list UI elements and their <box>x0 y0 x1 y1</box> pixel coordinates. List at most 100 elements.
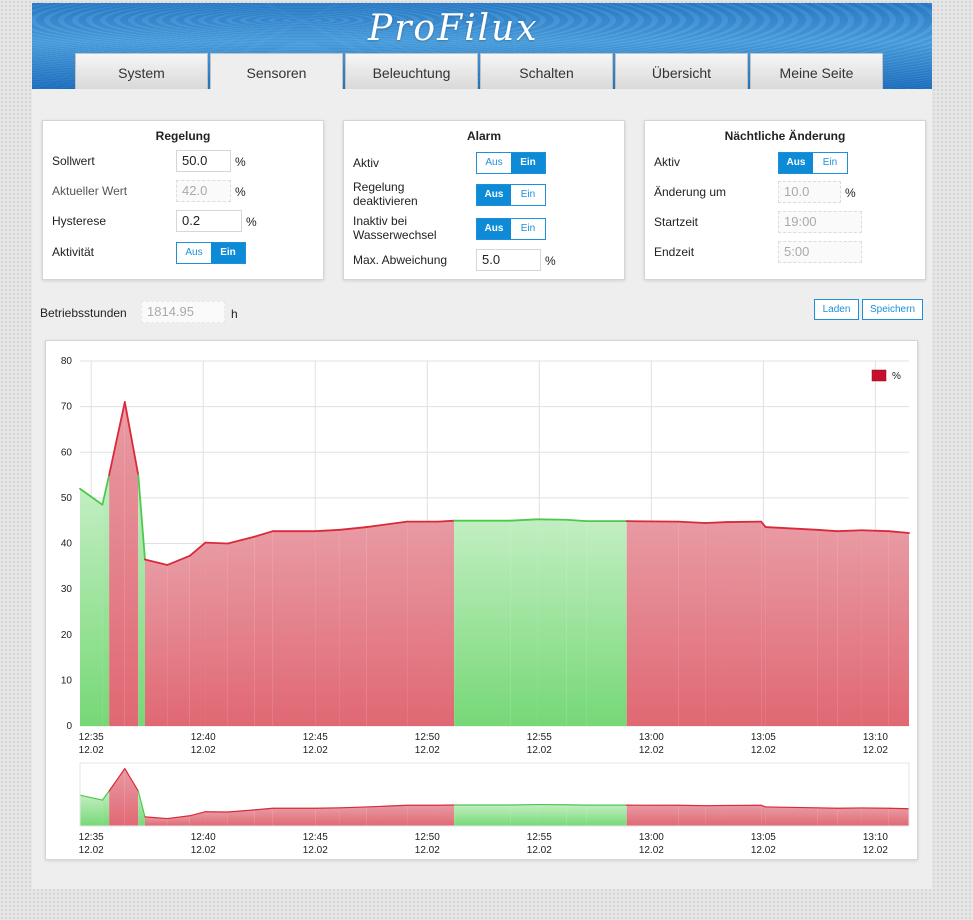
tab-uebersicht[interactable]: Übersicht <box>615 53 748 89</box>
endzeit-label: Endzeit <box>654 245 695 259</box>
main-area-segment <box>102 475 110 726</box>
y-tick-label: 30 <box>61 584 73 595</box>
naechtliche-aenderung-panel: Nächtliche Änderung Aktiv Aus Ein Änderu… <box>644 120 926 280</box>
speichern-button[interactable]: Speichern <box>862 299 923 320</box>
aenderung-um-label: Änderung um <box>654 185 727 199</box>
alarm-aktiv-on-button[interactable]: Ein <box>511 153 545 173</box>
nacht-aktiv-off-button[interactable]: Aus <box>779 153 813 173</box>
navigator-area-segment <box>339 806 367 826</box>
inaktiv-wasserwechsel-off-button[interactable]: Aus <box>477 219 511 239</box>
tab-schalten[interactable]: Schalten <box>480 53 613 89</box>
main-line-segment <box>704 521 729 524</box>
main-area-segment <box>227 536 255 726</box>
navigator-area-segment <box>510 804 538 826</box>
hysterese-unit: % <box>246 215 257 229</box>
navigator-area-segment <box>888 808 909 826</box>
main-area-segment <box>205 542 228 726</box>
max-abweichung-unit: % <box>545 254 556 268</box>
main-area-series <box>80 402 909 726</box>
inaktiv-wasserwechsel-label-1: Inaktiv bei <box>353 214 408 228</box>
regelung-deaktivieren-off-button[interactable]: Aus <box>477 185 511 205</box>
max-abweichung-input[interactable]: 5.0 <box>476 249 541 271</box>
aktivitaet-off-button[interactable]: Aus <box>177 243 211 263</box>
main-line-segment <box>204 541 229 545</box>
main-area-segment <box>438 520 455 726</box>
main-line-segment <box>836 529 863 533</box>
betriebsstunden-field: 1814.95 <box>141 301 225 323</box>
main-area-segment <box>109 402 125 726</box>
aenderung-um-unit: % <box>845 186 856 200</box>
sollwert-unit: % <box>235 155 246 169</box>
naechtliche-aenderung-title: Nächtliche Änderung <box>724 129 846 143</box>
main-area-segment <box>366 521 408 726</box>
main-area-segment <box>407 521 439 726</box>
main-area-segment <box>765 527 818 726</box>
main-area-segment <box>837 530 862 726</box>
navigator-x-tick-date: 12.02 <box>863 845 888 856</box>
y-tick-label: 40 <box>61 539 73 550</box>
main-x-tick-date: 12.02 <box>863 745 888 756</box>
main-area-segment <box>888 531 909 726</box>
hysterese-input[interactable]: 0.2 <box>176 210 242 232</box>
navigator-area-segment <box>837 807 862 826</box>
main-area-segment <box>678 521 706 726</box>
navigator-x-tick-time: 12:50 <box>415 832 440 843</box>
sollwert-input[interactable]: 50.0 <box>176 150 231 172</box>
alarm-aktiv-toggle: Aus Ein <box>476 152 546 174</box>
inaktiv-wasserwechsel-on-button[interactable]: Ein <box>511 219 545 239</box>
aktueller-wert-unit: % <box>235 185 246 199</box>
main-area-segment <box>705 522 728 726</box>
navigator-area-segment <box>566 804 587 826</box>
navigator-area-segment <box>205 811 228 826</box>
x-axis-ticks: 12:35 12.02 12:40 12.02 12:45 12.02 12:50 12.02… <box>79 732 889 756</box>
app-window: ProFilux System Sensoren Beleuchtung Sch… <box>32 3 932 889</box>
aktueller-wert-field: 42.0 <box>176 180 231 202</box>
navigator-area-segment <box>272 808 316 826</box>
navigator-area-segment <box>586 805 627 826</box>
navigator-area-segment <box>366 805 408 826</box>
main-area-segment <box>566 519 587 726</box>
navigator-x-tick-date: 12.02 <box>639 845 664 856</box>
main-area-segment <box>454 520 511 726</box>
navigator-area-segment <box>705 805 728 826</box>
navigator-x-tick-date: 12.02 <box>79 845 104 856</box>
navigator-area-segment <box>537 804 567 826</box>
legend-swatch <box>871 369 887 382</box>
alarm-aktiv-off-button[interactable]: Aus <box>477 153 511 173</box>
main-x-tick-date: 12.02 <box>639 745 664 756</box>
main-x-tick-date: 12.02 <box>751 745 776 756</box>
sollwert-label: Sollwert <box>52 154 95 168</box>
tab-system[interactable]: System <box>75 53 208 89</box>
navigator-x-tick-time: 12:40 <box>191 832 216 843</box>
tab-sensoren[interactable]: Sensoren <box>210 53 343 89</box>
navigator-area-segment <box>761 805 766 826</box>
regelung-deaktivieren-label-1: Regelung <box>353 180 405 194</box>
nacht-aktiv-on-button[interactable]: Ein <box>813 153 847 173</box>
navigator-area-series <box>80 768 909 826</box>
regelung-deaktivieren-label-2: deaktivieren <box>353 194 418 208</box>
tab-beleuchtung[interactable]: Beleuchtung <box>345 53 478 89</box>
main-x-tick-date: 12.02 <box>303 745 328 756</box>
nacht-aktiv-toggle: Aus Ein <box>778 152 848 174</box>
nacht-aktiv-label: Aktiv <box>654 155 681 169</box>
main-x-tick-date: 12.02 <box>527 745 552 756</box>
navigator-x-tick-time: 13:05 <box>751 832 776 843</box>
navigator-area-segment <box>407 805 439 826</box>
navigator-area-segment <box>765 806 818 826</box>
navigator-line-segment <box>339 806 368 809</box>
main-area-segment <box>167 555 190 726</box>
main-x-tick-time: 12:35 <box>79 732 104 743</box>
max-abweichung-label: Max. Abweichung <box>353 253 448 267</box>
sensor-history-chart: 0 10 20 30 40 50 60 70 80 12:35 12.02 12:40 12.02 12… <box>45 340 918 860</box>
main-line-segment <box>861 529 890 533</box>
tab-meine-seite[interactable]: Meine Seite <box>750 53 883 89</box>
aktivitaet-on-button[interactable]: Ein <box>211 243 245 263</box>
legend-label: % <box>892 371 901 382</box>
aktueller-wert-label: Aktueller Wert <box>52 184 128 198</box>
main-area-segment <box>254 531 273 726</box>
aktivitaet-label: Aktivität <box>52 245 95 259</box>
navigator-area-segment <box>124 768 139 826</box>
regelung-deaktivieren-on-button[interactable]: Ein <box>511 185 545 205</box>
y-axis-ticks: 0 10 20 30 40 50 60 70 80 <box>61 356 73 732</box>
laden-button[interactable]: Laden <box>814 299 859 320</box>
